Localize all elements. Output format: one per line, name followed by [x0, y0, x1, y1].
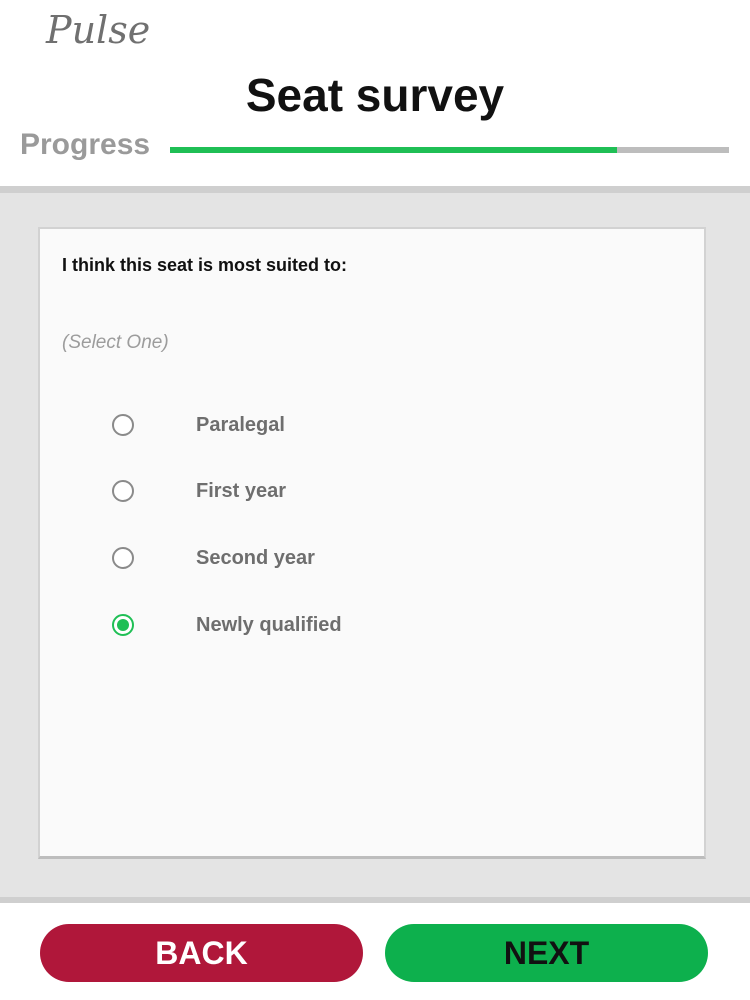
- progress-label: Progress: [20, 128, 151, 161]
- radio-first-year[interactable]: [112, 480, 134, 502]
- question-text: I think this seat is most suited to:: [62, 255, 348, 275]
- option-paralegal[interactable]: Paralegal: [110, 412, 630, 442]
- page-title: Seat survey: [245, 69, 505, 121]
- option-first-year[interactable]: First year: [110, 478, 630, 508]
- option-label-first-year: First year: [196, 480, 287, 502]
- next-button[interactable]: NEXT: [385, 924, 708, 982]
- select-hint: (Select One): [62, 332, 169, 353]
- radio-second-year[interactable]: [112, 547, 134, 569]
- radio-paralegal[interactable]: [112, 414, 134, 436]
- option-second-year[interactable]: Second year: [110, 545, 630, 575]
- progress-bar-fill: [170, 147, 618, 153]
- option-label-second-year: Second year: [196, 547, 315, 569]
- back-button[interactable]: BACK: [40, 924, 363, 982]
- question-card: I think this seat is most suited to: (Se…: [38, 227, 706, 859]
- option-label-newly-qualified: Newly qualified: [196, 614, 342, 636]
- radio-newly-qualified[interactable]: [112, 614, 134, 636]
- option-label-paralegal: Paralegal: [196, 414, 285, 436]
- option-newly-qualified[interactable]: Newly qualified: [110, 612, 630, 642]
- content-area: I think this seat is most suited to: (Se…: [0, 193, 750, 897]
- pulse-logo: Pulse: [46, 8, 151, 52]
- footer: BACK NEXT: [0, 903, 750, 1000]
- header-divider: [0, 186, 750, 193]
- progress-bar: [170, 147, 729, 153]
- header: Pulse Seat survey Progress: [0, 0, 750, 186]
